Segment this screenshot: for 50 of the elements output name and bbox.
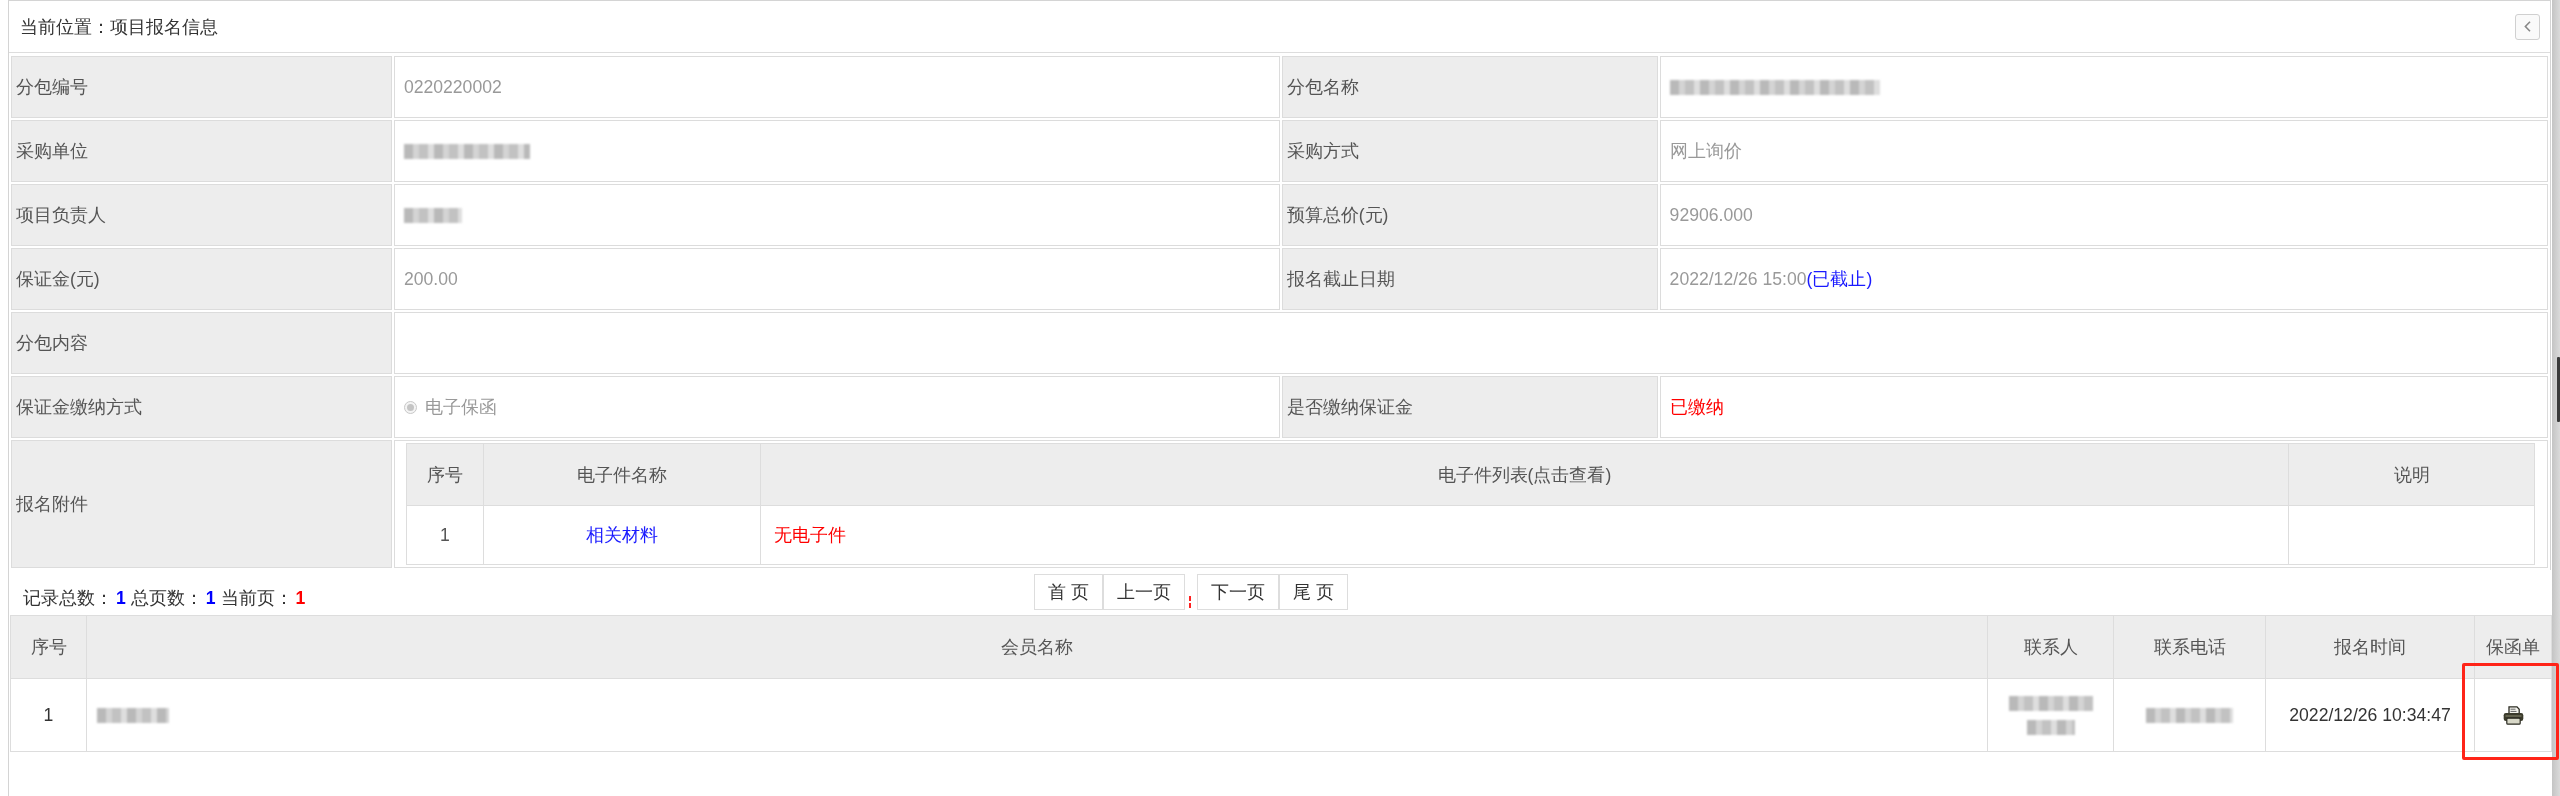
- column-header: 序号: [406, 443, 484, 506]
- field-label: 分包内容: [11, 312, 392, 374]
- field-label: 报名附件: [11, 440, 392, 568]
- row-number: 1: [406, 505, 484, 565]
- no-file-notice: 无电子件: [773, 525, 846, 545]
- field-value: 92906.000: [1669, 204, 1753, 225]
- column-header: 电子件列表(点击查看): [760, 443, 2289, 506]
- attachment-link[interactable]: 相关材料: [585, 525, 658, 545]
- column-header: 序号: [10, 615, 87, 679]
- field-value: 200.00: [403, 268, 458, 289]
- row-number: 1: [10, 678, 87, 752]
- deadline-status: (已截止): [1806, 269, 1873, 289]
- field-label: 采购方式: [1281, 120, 1658, 182]
- column-header: 电子件名称: [483, 443, 761, 506]
- printer-icon[interactable]: [2502, 706, 2524, 726]
- field-label: 报名截止日期: [1281, 248, 1658, 310]
- column-header: 联系电话: [2113, 615, 2266, 679]
- dashed-line-icon: [1188, 596, 1191, 608]
- pager-stat-label: 记录总数：: [23, 587, 113, 610]
- next-page-button[interactable]: 下一页: [1196, 574, 1279, 610]
- field-label: 保证金缴纳方式: [11, 376, 392, 438]
- last-page-button[interactable]: 尾 页: [1278, 574, 1348, 610]
- column-header: 说明: [2288, 443, 2535, 506]
- breadcrumb: 当前位置：项目报名信息: [20, 15, 218, 39]
- column-header: 报名时间: [2265, 615, 2475, 679]
- signup-time: 2022/12/26 10:34:47: [2265, 678, 2475, 752]
- pager-stat-value: 1: [116, 588, 126, 609]
- pager-stat-value: 1: [205, 588, 216, 609]
- field-label: 分包名称: [1281, 56, 1658, 118]
- field-label: 项目负责人: [11, 184, 392, 246]
- chevron-left-icon: [2524, 21, 2531, 32]
- scrollbar-thumb[interactable]: [2557, 357, 2560, 422]
- field-value: 网上询价: [1669, 141, 1742, 161]
- field-value: 2022/12/26 15:00: [1669, 269, 1807, 289]
- column-header: 会员名称: [86, 615, 1988, 679]
- field-label: 采购单位: [11, 120, 392, 182]
- column-header: 联系人: [1987, 615, 2114, 679]
- pager-stat-value: 1: [295, 588, 306, 609]
- field-value: 0220220002: [403, 76, 502, 97]
- pager-stat-label: 当前页：: [220, 587, 293, 610]
- pager-stat-label: 总页数：: [130, 587, 203, 610]
- first-page-button[interactable]: 首 页: [1034, 574, 1103, 610]
- field-label: 分包编号: [11, 56, 392, 118]
- scrollbar[interactable]: [2552, 0, 2560, 796]
- payment-status: 已缴纳: [1669, 397, 1724, 417]
- column-header: 保函单: [2474, 615, 2552, 679]
- field-label: 是否缴纳保证金: [1281, 376, 1658, 438]
- prev-page-button[interactable]: 上一页: [1102, 574, 1185, 610]
- field-label: 保证金(元): [11, 248, 392, 310]
- field-label: 预算总价(元): [1281, 184, 1658, 246]
